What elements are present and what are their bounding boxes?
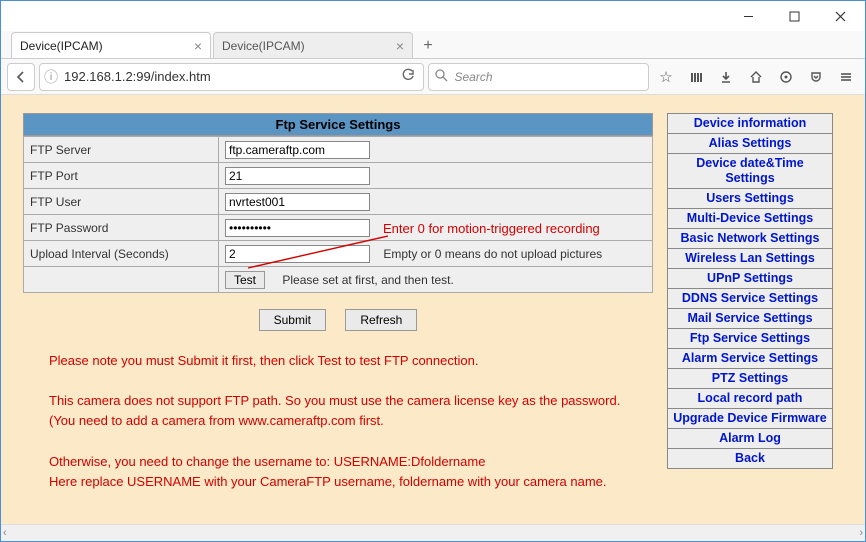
- note-2: This camera does not support FTP path. S…: [49, 391, 647, 431]
- sidebar-item-ftp-service-settings[interactable]: Ftp Service Settings: [668, 329, 832, 349]
- ftp-user-label: FTP User: [24, 189, 219, 215]
- notes: Please note you must Submit it first, th…: [23, 337, 653, 492]
- ftp-server-input[interactable]: [225, 141, 370, 159]
- minimize-button[interactable]: [725, 2, 771, 30]
- bookmark-icon[interactable]: ☆: [653, 64, 679, 90]
- scroll-right-icon[interactable]: ›: [859, 527, 863, 539]
- test-button[interactable]: Test: [225, 271, 265, 289]
- empty-label: [24, 267, 219, 293]
- sidebar-item-device-information[interactable]: Device information: [668, 114, 832, 134]
- close-button[interactable]: [817, 2, 863, 30]
- search-placeholder: Search: [454, 70, 492, 84]
- home-icon[interactable]: [743, 64, 769, 90]
- url-input[interactable]: [62, 68, 393, 85]
- sidebar-item-alarm-log[interactable]: Alarm Log: [668, 429, 832, 449]
- menu-icon[interactable]: [833, 64, 859, 90]
- search-icon: [435, 69, 448, 85]
- browser-window: Device(IPCAM) × Device(IPCAM) × + ⓘ Sear…: [0, 0, 866, 542]
- close-icon[interactable]: ×: [194, 38, 202, 54]
- tab-title: Device(IPCAM): [20, 39, 103, 53]
- url-box[interactable]: ⓘ: [39, 63, 424, 91]
- sidebar-item-alarm-service-settings[interactable]: Alarm Service Settings: [668, 349, 832, 369]
- tab-2[interactable]: Device(IPCAM) ×: [213, 32, 413, 58]
- back-button[interactable]: [7, 63, 35, 91]
- ftp-port-input[interactable]: [225, 167, 370, 185]
- submit-button[interactable]: Submit: [259, 309, 326, 331]
- button-row: Submit Refresh: [23, 293, 653, 337]
- note-3: Otherwise, you need to change the userna…: [49, 452, 647, 472]
- ftp-password-input[interactable]: [225, 219, 370, 237]
- ftp-password-label: FTP Password: [24, 215, 219, 241]
- sidebar-item-users-settings[interactable]: Users Settings: [668, 189, 832, 209]
- sidebar-item-wireless-lan-settings[interactable]: Wireless Lan Settings: [668, 249, 832, 269]
- page-body: Ftp Service Settings FTP Server FTP Port…: [1, 95, 865, 524]
- main-panel: Ftp Service Settings FTP Server FTP Port…: [23, 113, 653, 492]
- note-1: Please note you must Submit it first, th…: [49, 351, 647, 371]
- toolbar: ⓘ Search ☆: [1, 59, 865, 95]
- sidebar-item-upgrade-device-firmware[interactable]: Upgrade Device Firmware: [668, 409, 832, 429]
- sidebar-item-multi-device-settings[interactable]: Multi-Device Settings: [668, 209, 832, 229]
- sidebar-item-device-datetime-settings[interactable]: Device date&Time Settings: [668, 154, 832, 189]
- viewport[interactable]: Ftp Service Settings FTP Server FTP Port…: [1, 95, 865, 524]
- pocket-icon[interactable]: [803, 64, 829, 90]
- scroll-left-icon[interactable]: ‹: [3, 527, 7, 539]
- sync-icon[interactable]: [773, 64, 799, 90]
- downloads-icon[interactable]: [713, 64, 739, 90]
- sidebar-item-basic-network-settings[interactable]: Basic Network Settings: [668, 229, 832, 249]
- ftp-server-label: FTP Server: [24, 137, 219, 163]
- upload-interval-input[interactable]: [225, 245, 370, 263]
- window-titlebar: [1, 1, 865, 31]
- library-icon[interactable]: [683, 64, 709, 90]
- tab-1[interactable]: Device(IPCAM) ×: [11, 32, 211, 58]
- sidebar-item-local-record-path[interactable]: Local record path: [668, 389, 832, 409]
- tab-strip: Device(IPCAM) × Device(IPCAM) × +: [1, 31, 865, 59]
- ftp-user-input[interactable]: [225, 193, 370, 211]
- sidebar-item-alias-settings[interactable]: Alias Settings: [668, 134, 832, 154]
- close-icon[interactable]: ×: [396, 38, 404, 54]
- upload-interval-hint: Empty or 0 means do not upload pictures: [383, 247, 602, 261]
- refresh-button[interactable]: Refresh: [345, 309, 417, 331]
- sidebar-item-ddns-service-settings[interactable]: DDNS Service Settings: [668, 289, 832, 309]
- tab-title: Device(IPCAM): [222, 39, 305, 53]
- page-title: Ftp Service Settings: [23, 113, 653, 136]
- new-tab-button[interactable]: +: [415, 34, 441, 58]
- info-icon[interactable]: ⓘ: [44, 67, 58, 87]
- test-hint: Please set at first, and then test.: [282, 273, 453, 287]
- sidebar-item-ptz-settings[interactable]: PTZ Settings: [668, 369, 832, 389]
- horizontal-scrollbar[interactable]: ‹ ›: [1, 524, 865, 541]
- search-box[interactable]: Search: [428, 63, 649, 91]
- sidebar: Device information Alias Settings Device…: [667, 113, 833, 469]
- ftp-port-label: FTP Port: [24, 163, 219, 189]
- settings-table: FTP Server FTP Port FTP User FTP Passwor…: [23, 136, 653, 293]
- sidebar-item-upnp-settings[interactable]: UPnP Settings: [668, 269, 832, 289]
- sidebar-item-back[interactable]: Back: [668, 449, 832, 468]
- maximize-button[interactable]: [771, 2, 817, 30]
- reload-icon[interactable]: [397, 68, 419, 85]
- upload-interval-label: Upload Interval (Seconds): [24, 241, 219, 267]
- note-4: Here replace USERNAME with your CameraFT…: [49, 472, 647, 492]
- sidebar-item-mail-service-settings[interactable]: Mail Service Settings: [668, 309, 832, 329]
